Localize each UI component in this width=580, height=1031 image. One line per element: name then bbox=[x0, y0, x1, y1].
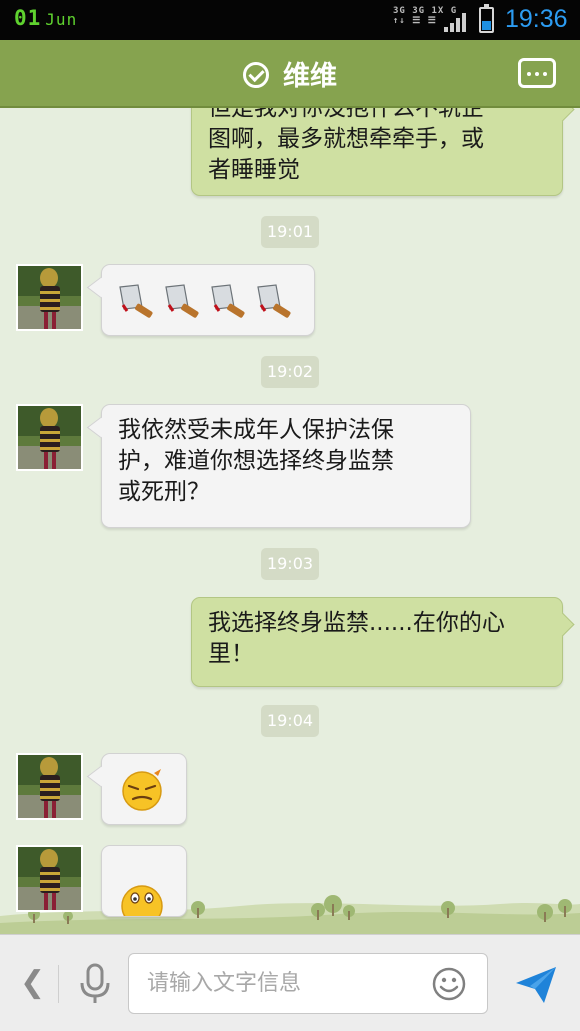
cleaver-emoji-row bbox=[119, 284, 291, 318]
contact-avatar[interactable] bbox=[16, 753, 83, 820]
status-clock: 19:36 bbox=[505, 5, 568, 33]
incoming-message[interactable] bbox=[101, 753, 187, 825]
avatar-image bbox=[18, 406, 81, 469]
cleaver-icon bbox=[165, 284, 199, 318]
message-timestamp: 19:02 bbox=[261, 356, 319, 388]
status-date: 01 Jun bbox=[14, 6, 77, 30]
message-timestamp: 19:01 bbox=[261, 216, 319, 248]
battery-icon bbox=[479, 4, 494, 33]
status-date-day: 01 bbox=[14, 6, 42, 30]
cleaver-icon bbox=[257, 284, 291, 318]
message-line: 或死刑？ bbox=[118, 479, 210, 505]
incoming-message[interactable] bbox=[101, 845, 187, 917]
chat-header: 维维 bbox=[0, 40, 580, 108]
send-plane-icon[interactable] bbox=[514, 965, 558, 1005]
more-options-button[interactable] bbox=[518, 58, 556, 88]
contact-avatar[interactable] bbox=[16, 404, 83, 471]
incoming-message[interactable] bbox=[101, 264, 315, 336]
chevron-left-icon[interactable]: ❮ bbox=[20, 965, 45, 1000]
check-circle-icon bbox=[243, 62, 269, 88]
wide-eyes-emoji-icon bbox=[121, 885, 163, 916]
outgoing-message[interactable]: 但是我对你没抱什么不轨企 图啊，最多就想牵牵手，或 者睡睡觉 bbox=[191, 108, 563, 196]
avatar-image bbox=[18, 847, 81, 910]
contact-avatar[interactable] bbox=[16, 845, 83, 912]
avatar-image bbox=[18, 266, 81, 329]
message-line: 我依然受未成年人保护法保 bbox=[118, 417, 394, 443]
message-input-bar: ❮ bbox=[0, 934, 580, 1031]
message-timestamp: 19:03 bbox=[261, 548, 319, 580]
microphone-icon[interactable] bbox=[78, 963, 112, 1005]
message-line: 我选择终身监禁......在你的心 bbox=[208, 610, 505, 636]
message-line: 者睡睡觉 bbox=[208, 157, 300, 183]
outgoing-message[interactable]: 我选择终身监禁......在你的心 里！ bbox=[191, 597, 563, 687]
message-timestamp: 19:04 bbox=[261, 705, 319, 737]
incoming-message[interactable]: 我依然受未成年人保护法保 护，难道你想选择终身监禁 或死刑？ bbox=[101, 404, 471, 528]
divider bbox=[58, 965, 59, 1003]
message-line: 里！ bbox=[208, 641, 254, 667]
cleaver-icon bbox=[211, 284, 245, 318]
status-bar: 01 Jun 3G 3G 1X G ↑↓ ☰ ☰ 19:36 bbox=[0, 0, 580, 40]
message-line: 图啊，最多就想牵牵手，或 bbox=[208, 126, 484, 152]
signal-icon bbox=[444, 10, 468, 32]
contact-avatar[interactable] bbox=[16, 264, 83, 331]
chat-title-group: 维维 bbox=[0, 54, 580, 93]
smiley-face-icon[interactable] bbox=[432, 967, 466, 1001]
chat-message-list[interactable]: 但是我对你没抱什么不轨企 图啊，最多就想牵牵手，或 者睡睡觉 19:01 19:… bbox=[0, 108, 580, 934]
message-line: 护，难道你想选择终身监禁 bbox=[118, 448, 394, 474]
smirk-emoji-icon bbox=[122, 769, 162, 811]
avatar-image bbox=[18, 755, 81, 818]
cleaver-icon bbox=[119, 284, 153, 318]
chat-title: 维维 bbox=[283, 61, 337, 92]
status-date-month: Jun bbox=[45, 10, 78, 29]
message-line: 但是我对你没抱什么不轨企 bbox=[208, 108, 484, 121]
